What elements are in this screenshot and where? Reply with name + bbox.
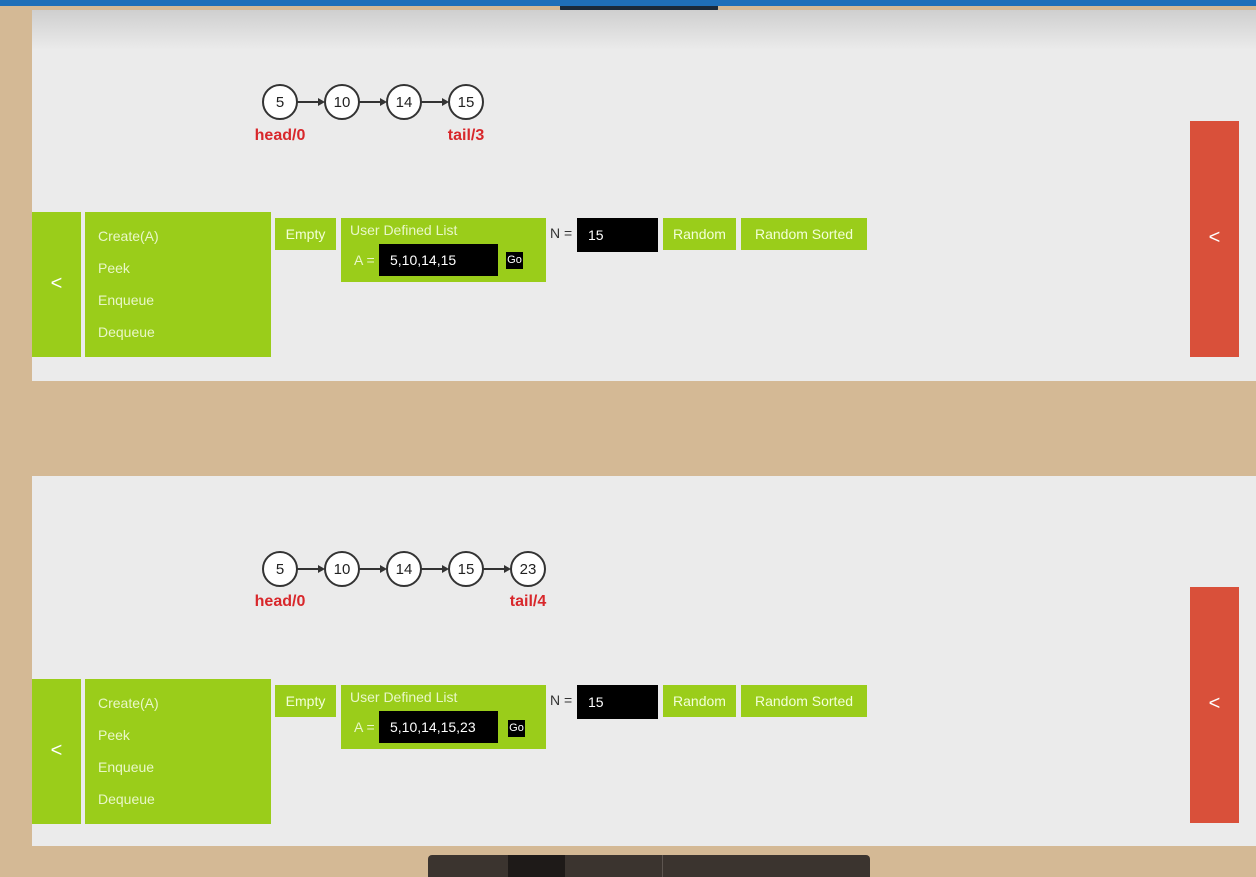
random-button[interactable]: Random	[663, 685, 736, 717]
bottom-bar-active-segment[interactable]	[508, 855, 565, 877]
user-defined-list-title[interactable]: User Defined List	[350, 222, 457, 238]
menu-item-create[interactable]: Create(A)	[98, 695, 159, 711]
user-defined-list-title[interactable]: User Defined List	[350, 689, 457, 705]
menu-item-dequeue[interactable]: Dequeue	[98, 791, 155, 807]
panel-header-shade	[32, 10, 1256, 50]
menu-item-enqueue[interactable]: Enqueue	[98, 759, 154, 775]
random-sorted-button[interactable]: Random Sorted	[741, 218, 867, 250]
empty-button[interactable]: Empty	[275, 218, 336, 250]
collapse-panel-toggle-1[interactable]: <	[1190, 121, 1239, 357]
collapse-panel-toggle-2[interactable]: <	[1190, 587, 1239, 823]
bottom-bar-divider	[662, 855, 663, 877]
bottom-control-bar	[428, 855, 870, 877]
chevron-left-icon: <	[50, 738, 63, 761]
menu-item-create[interactable]: Create(A)	[98, 228, 159, 244]
array-input-label: A =	[354, 719, 375, 735]
n-input[interactable]	[577, 685, 658, 719]
menu-item-peek[interactable]: Peek	[98, 260, 130, 276]
n-input-label: N =	[550, 692, 573, 708]
action-menu-1: Create(A) Peek Enqueue Dequeue	[85, 212, 271, 357]
empty-button[interactable]: Empty	[275, 685, 336, 717]
random-button[interactable]: Random	[663, 218, 736, 250]
go-button[interactable]: Go	[508, 720, 525, 737]
chevron-left-icon: <	[1208, 692, 1221, 715]
go-button[interactable]: Go	[506, 252, 523, 269]
array-input[interactable]	[379, 711, 498, 743]
array-input[interactable]	[379, 244, 498, 276]
random-sorted-button[interactable]: Random Sorted	[741, 685, 867, 717]
menu-item-dequeue[interactable]: Dequeue	[98, 324, 155, 340]
n-input-label: N =	[550, 225, 573, 241]
side-menu-toggle-2[interactable]: <	[32, 679, 81, 824]
n-input[interactable]	[577, 218, 658, 252]
menu-item-peek[interactable]: Peek	[98, 727, 130, 743]
menu-item-enqueue[interactable]: Enqueue	[98, 292, 154, 308]
action-menu-2: Create(A) Peek Enqueue Dequeue	[85, 679, 271, 824]
array-input-label: A =	[354, 252, 375, 268]
chevron-left-icon: <	[1208, 226, 1221, 249]
chevron-left-icon: <	[50, 271, 63, 294]
side-menu-toggle-1[interactable]: <	[32, 212, 81, 357]
